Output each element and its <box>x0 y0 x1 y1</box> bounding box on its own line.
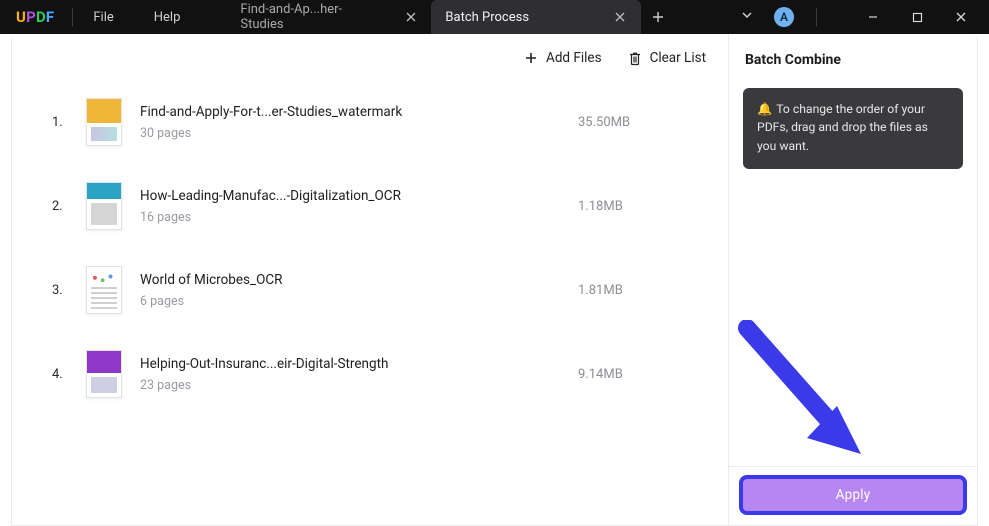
panel-title: Batch Combine <box>729 34 977 80</box>
file-name: World of Microbes_OCR <box>140 272 430 288</box>
minimize-button[interactable] <box>851 0 895 34</box>
close-window-button[interactable] <box>939 0 983 34</box>
bell-icon: 🔔 <box>757 102 772 116</box>
close-icon[interactable] <box>404 10 417 24</box>
file-size: 9.14MB <box>578 367 728 382</box>
file-thumbnail <box>86 266 122 314</box>
menu-file[interactable]: File <box>93 10 113 25</box>
file-name: How-Leading-Manufac...-Digitalization_OC… <box>140 188 430 204</box>
file-size: 35.50MB <box>578 115 728 130</box>
file-thumbnail <box>86 350 122 398</box>
file-info: Find-and-Apply-For-t...er-Studies_waterm… <box>140 104 578 141</box>
hint-box: 🔔To change the order of your PDFs, drag … <box>743 88 963 169</box>
file-pages: 16 pages <box>140 210 578 225</box>
tab-batch-label: Batch Process <box>445 10 529 25</box>
clear-list-button[interactable]: Clear List <box>628 50 706 66</box>
avatar-initial: A <box>780 10 788 24</box>
file-thumbnail <box>86 98 122 146</box>
apply-container: Apply <box>729 466 977 525</box>
menu-help[interactable]: Help <box>154 10 181 25</box>
right-panel: Batch Combine 🔔To change the order of yo… <box>729 34 977 525</box>
avatar[interactable]: A <box>774 7 794 27</box>
file-info: Helping-Out-Insuranc...eir-Digital-Stren… <box>140 356 578 393</box>
titlebar-right: A <box>736 0 989 34</box>
apply-button[interactable]: Apply <box>743 479 963 511</box>
row-number: 1. <box>52 115 70 130</box>
new-tab-button[interactable] <box>641 0 675 34</box>
menu-bar: File Help <box>85 10 188 25</box>
clear-list-label: Clear List <box>650 50 706 66</box>
close-icon[interactable] <box>613 10 627 24</box>
app-logo: UPDF <box>0 8 68 26</box>
document-tabs: Find-and-Ap...her-Studies Batch Process <box>226 0 675 34</box>
plus-icon <box>524 51 538 65</box>
tab-document-label: Find-and-Ap...her-Studies <box>240 2 380 32</box>
list-item[interactable]: 3. World of Microbes_OCR 6 pages 1.81MB <box>12 248 728 332</box>
tab-batch-process[interactable]: Batch Process <box>431 0 641 34</box>
titlebar: UPDF File Help Find-and-Ap...her-Studies… <box>0 0 989 34</box>
list-item[interactable]: 4. Helping-Out-Insuranc...eir-Digital-St… <box>12 332 728 416</box>
workspace: Add Files Clear List 1. Find-and-Apply-F… <box>11 34 978 526</box>
row-number: 2. <box>52 199 70 214</box>
file-thumbnail <box>86 182 122 230</box>
add-files-label: Add Files <box>546 50 602 66</box>
file-pages: 23 pages <box>140 378 578 393</box>
file-name: Find-and-Apply-For-t...er-Studies_waterm… <box>140 104 430 120</box>
file-info: World of Microbes_OCR 6 pages <box>140 272 578 309</box>
list-item[interactable]: 2. How-Leading-Manufac...-Digitalization… <box>12 164 728 248</box>
maximize-button[interactable] <box>895 0 939 34</box>
row-number: 4. <box>52 367 70 382</box>
file-size: 1.18MB <box>578 199 728 214</box>
window-controls <box>851 0 983 34</box>
tab-document[interactable]: Find-and-Ap...her-Studies <box>226 0 431 34</box>
main-pane: Add Files Clear List 1. Find-and-Apply-F… <box>12 34 729 525</box>
add-files-button[interactable]: Add Files <box>524 50 602 66</box>
chevron-down-icon[interactable] <box>736 8 758 26</box>
file-info: How-Leading-Manufac...-Digitalization_OC… <box>140 188 578 225</box>
file-pages: 6 pages <box>140 294 578 309</box>
hint-text: To change the order of your PDFs, drag a… <box>757 102 928 153</box>
divider <box>72 8 73 26</box>
toolbar: Add Files Clear List <box>12 34 728 76</box>
list-item[interactable]: 1. Find-and-Apply-For-t...er-Studies_wat… <box>12 80 728 164</box>
row-number: 3. <box>52 283 70 298</box>
divider <box>816 8 817 26</box>
apply-label: Apply <box>836 487 871 503</box>
file-pages: 30 pages <box>140 126 578 141</box>
file-size: 1.81MB <box>578 283 728 298</box>
file-list: 1. Find-and-Apply-For-t...er-Studies_wat… <box>12 76 728 525</box>
trash-icon <box>628 51 642 66</box>
file-name: Helping-Out-Insuranc...eir-Digital-Stren… <box>140 356 430 372</box>
